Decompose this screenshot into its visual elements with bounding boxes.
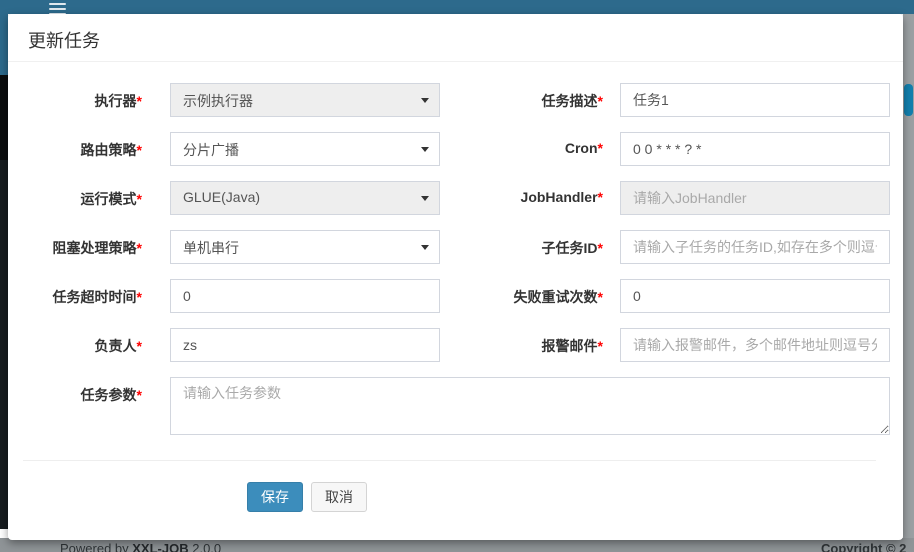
page-footer: Powered by XXL-JOB 2.0.0 Copyright © 2 [0, 538, 914, 552]
alarm-email-input[interactable] [620, 328, 890, 362]
fail-retry-input[interactable] [620, 279, 890, 313]
brand-text: XXL-JOB [132, 541, 188, 552]
modal-header: 更新任务 [8, 14, 903, 62]
executor-select[interactable]: 示例执行器 [170, 83, 440, 117]
fail-retry-label: 失败重试次数* [455, 279, 620, 313]
cancel-button[interactable]: 取消 [311, 482, 367, 512]
required-mark: * [598, 289, 603, 305]
form-row: 任务参数* [8, 377, 891, 435]
modal-footer: 保存 取消 [247, 482, 891, 512]
child-jobid-input[interactable] [620, 230, 890, 264]
jobhandler-input[interactable] [620, 181, 890, 215]
form-row: 运行模式* GLUE(Java) JobHandler* [8, 181, 891, 215]
sidebar-edge [0, 14, 8, 529]
form-row: 任务超时时间* 失败重试次数* [8, 279, 891, 313]
required-mark: * [137, 142, 142, 158]
form-row: 负责人* 报警邮件* [8, 328, 891, 362]
modal-title: 更新任务 [28, 30, 888, 52]
required-mark: * [137, 387, 142, 403]
timeout-input[interactable] [170, 279, 440, 313]
required-mark: * [598, 189, 603, 205]
block-strategy-label: 阻塞处理策略* [8, 230, 170, 264]
required-mark: * [598, 240, 603, 256]
timeout-label: 任务超时时间* [8, 279, 170, 313]
author-label: 负责人* [8, 328, 170, 362]
top-navbar [0, 0, 914, 14]
route-strategy-select[interactable]: 分片广播 [170, 132, 440, 166]
job-params-textarea[interactable] [170, 377, 890, 435]
powered-by-text: Powered by XXL-JOB 2.0.0 [60, 541, 221, 552]
alarm-email-label: 报警邮件* [455, 328, 620, 362]
save-button[interactable]: 保存 [247, 482, 303, 512]
child-jobid-label: 子任务ID* [455, 230, 620, 264]
form-row: 阻塞处理策略* 单机串行 子任务ID* [8, 230, 891, 264]
jobhandler-label: JobHandler* [455, 181, 620, 215]
job-desc-label: 任务描述* [455, 83, 620, 117]
form-row: 路由策略* 分片广播 Cron* [8, 132, 891, 166]
glue-type-label: 运行模式* [8, 181, 170, 215]
job-params-label: 任务参数* [8, 377, 170, 435]
job-desc-input[interactable] [620, 83, 890, 117]
required-mark: * [598, 93, 603, 109]
required-mark: * [137, 191, 142, 207]
select-caret-icon [421, 196, 429, 201]
glue-type-select[interactable]: GLUE(Java) [170, 181, 440, 215]
required-mark: * [598, 140, 603, 156]
copyright-text: Copyright © 2 [821, 541, 906, 552]
update-job-modal: 更新任务 执行器* 示例执行器 任务描述* 路由策略* 分片广播 Cron* [8, 14, 903, 540]
block-strategy-select[interactable]: 单机串行 [170, 230, 440, 264]
select-caret-icon [421, 98, 429, 103]
route-strategy-label: 路由策略* [8, 132, 170, 166]
required-mark: * [137, 289, 142, 305]
executor-label: 执行器* [8, 83, 170, 117]
required-mark: * [598, 338, 603, 354]
select-caret-icon [421, 245, 429, 250]
required-mark: * [137, 240, 142, 256]
form-row: 执行器* 示例执行器 任务描述* [8, 83, 891, 117]
required-mark: * [137, 93, 142, 109]
scrollbar-thumb[interactable] [904, 84, 913, 116]
cron-label: Cron* [455, 132, 620, 166]
required-mark: * [137, 338, 142, 354]
footer-divider [23, 460, 876, 461]
cron-input[interactable] [620, 132, 890, 166]
select-caret-icon [421, 147, 429, 152]
author-input[interactable] [170, 328, 440, 362]
modal-body: 执行器* 示例执行器 任务描述* 路由策略* 分片广播 Cron* 运行模式* … [8, 62, 903, 512]
